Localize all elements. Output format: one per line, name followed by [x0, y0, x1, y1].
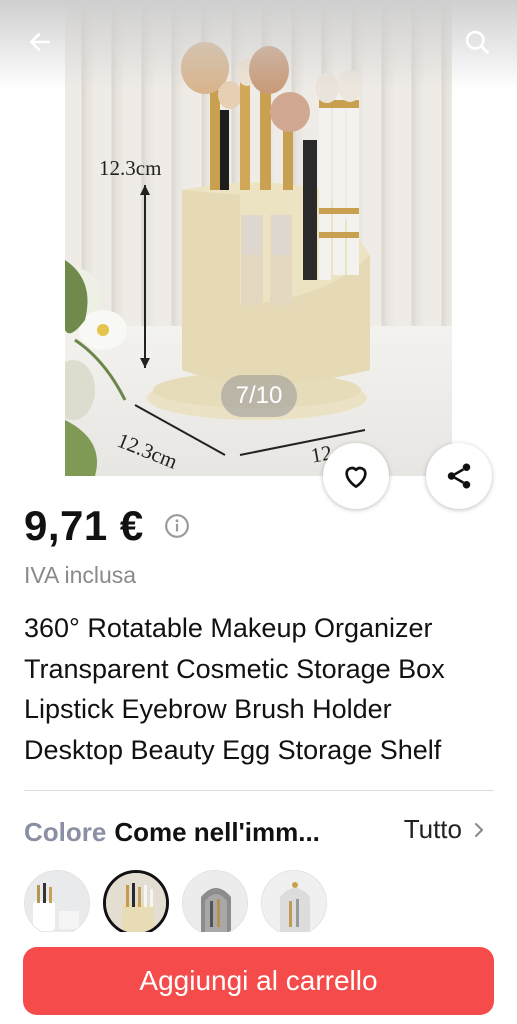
chevron-right-icon: [475, 822, 484, 837]
divider: [24, 790, 494, 791]
arrow-left-icon: [30, 33, 50, 51]
favorite-button[interactable]: [323, 443, 389, 509]
search-icon: [465, 30, 489, 54]
color-label: Colore: [24, 816, 107, 847]
color-selector-row[interactable]: Colore Come nell'imm... Tutto: [24, 814, 494, 850]
top-gradient: [0, 0, 517, 90]
show-all-colors-link[interactable]: Tutto: [404, 814, 486, 845]
back-button[interactable]: [20, 22, 60, 62]
color-value: Come nell'imm...: [114, 816, 320, 847]
color-swatches: [24, 870, 327, 932]
price-row: 9,71 €: [24, 502, 190, 550]
image-counter: 7/10: [221, 375, 297, 417]
share-button[interactable]: [426, 443, 492, 509]
add-to-cart-button[interactable]: Aggiungi al carrello: [23, 947, 494, 1015]
product-title: 360° Rotatable Makeup Organizer Transpar…: [24, 613, 445, 765]
search-button[interactable]: [457, 22, 497, 62]
share-icon: [447, 463, 471, 489]
info-icon[interactable]: [164, 513, 190, 539]
product-price: 9,71 €: [24, 502, 144, 549]
vat-note: IVA inclusa: [24, 562, 137, 588]
color-swatch-4[interactable]: [261, 870, 327, 932]
show-all-label: Tutto: [403, 814, 462, 844]
heart-icon: [345, 466, 367, 488]
dimension-height-label: 12.3cm: [99, 156, 162, 180]
color-swatch-1[interactable]: [24, 870, 90, 932]
color-swatch-3[interactable]: [182, 870, 248, 932]
product-image-gallery[interactable]: 12.3cm 12.3cm 12 7/10: [0, 0, 517, 478]
color-swatch-2-selected[interactable]: [103, 870, 169, 932]
